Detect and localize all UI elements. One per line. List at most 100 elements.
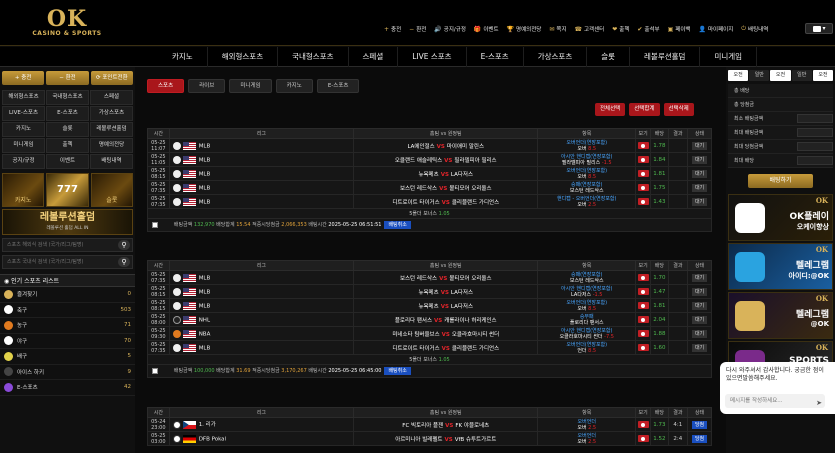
view-eye-icon[interactable]: [637, 184, 649, 191]
top-link-0[interactable]: + 충전: [380, 25, 405, 34]
action-button-2[interactable]: 선택삭제: [663, 103, 694, 116]
main-nav-item-3[interactable]: 스페셜: [349, 47, 399, 67]
view-eye-icon[interactable]: [637, 435, 649, 442]
main-nav-item-7[interactable]: 슬롯: [587, 47, 631, 67]
left-menu-item-3[interactable]: LIVE-스포츠: [2, 106, 45, 121]
promo-banner-1[interactable]: OK 텔레그램 아이디:@OK: [728, 243, 833, 290]
action-button-1[interactable]: 선택합계: [629, 103, 660, 116]
betslip-tab-1[interactable]: 일반: [749, 70, 770, 81]
left-menu-item-0[interactable]: 해외형스포츠: [2, 90, 45, 105]
main-nav-item-9[interactable]: 미니게임: [700, 47, 758, 67]
tab-2[interactable]: 미니게임: [229, 79, 272, 93]
overseas-search-input[interactable]: [3, 239, 132, 251]
slot-777-banner[interactable]: 777: [46, 173, 89, 207]
top-link-7[interactable]: ❤ 출첵: [608, 25, 633, 34]
view-eye-icon[interactable]: [637, 274, 649, 281]
left-menu-item-8[interactable]: 레볼루션홀덤: [90, 122, 133, 137]
view-cell: [635, 284, 652, 299]
view-eye-icon[interactable]: [637, 344, 649, 351]
left-menu-item-9[interactable]: 미니게임: [2, 138, 45, 153]
main-nav-item-8[interactable]: 레볼루션홀덤: [630, 47, 701, 67]
action-button-0[interactable]: 전체선택: [595, 103, 626, 116]
main-nav-item-0[interactable]: 카지노: [158, 47, 208, 67]
chat-input[interactable]: 메시지를 작성하세요... ➤: [725, 394, 825, 408]
promo-banner-0[interactable]: OK OK플레이 오케이향상: [728, 194, 833, 241]
sport-list-item[interactable]: 농구 71: [0, 318, 135, 334]
tab-0[interactable]: 스포츠: [147, 79, 185, 93]
vs-label: VS: [445, 422, 454, 429]
top-link-3[interactable]: 🎁 이벤트: [470, 25, 503, 34]
domestic-search-input[interactable]: [3, 256, 132, 268]
main-nav-item-2[interactable]: 국내형스포츠: [278, 47, 349, 67]
view-eye-icon[interactable]: [637, 316, 649, 323]
view-eye-icon[interactable]: [637, 170, 649, 177]
site-logo[interactable]: OK CASINO & SPORTS: [32, 8, 102, 37]
left-menu-item-11[interactable]: 명예의전당: [90, 138, 133, 153]
main-nav-item-4[interactable]: LIVE 스포츠: [398, 47, 467, 67]
holdem-promo-banner[interactable]: 레볼루션홀덤 레볼루션 홀덤 ALL IN: [2, 209, 133, 235]
table-row: 05-25 08:15 MLB 뉴욕메츠 VS LA다저스 오버언더(연장포함) 오버 8.5…: [147, 298, 712, 313]
top-link-11[interactable]: ⏻ 배팅내역: [737, 25, 772, 33]
left-menu-item-7[interactable]: 슬롯: [46, 122, 89, 137]
top-link-10[interactable]: 👤 마이페이지: [694, 25, 737, 34]
tab-3[interactable]: 카지노: [275, 79, 313, 93]
view-eye-icon[interactable]: [637, 198, 649, 205]
sport-list-item[interactable]: 축구 503: [0, 303, 135, 318]
top-link-5[interactable]: ✉ 쪽지: [545, 25, 570, 34]
left-menu-item-4[interactable]: E-스포츠: [46, 106, 89, 121]
left-menu-item-1[interactable]: 국내형스포츠: [46, 90, 89, 105]
sport-list-item[interactable]: 아이스 하키 9: [0, 365, 135, 380]
cancel-bet-button[interactable]: 배팅취소: [384, 221, 411, 229]
place-bet-button[interactable]: 배팅하기: [748, 174, 813, 188]
view-eye-icon[interactable]: [637, 156, 649, 163]
sport-list-item[interactable]: E-스포츠 42: [0, 380, 135, 396]
point-convert-button[interactable]: ⟳ 포인트전환: [90, 71, 133, 85]
main-nav-item-6[interactable]: 가상스포츠: [524, 47, 588, 67]
search-icon[interactable]: ⚲: [118, 257, 130, 267]
pick-line: 언더 8.5: [539, 348, 635, 354]
left-menu-item-2[interactable]: 스페셜: [90, 90, 133, 105]
sport-list-item[interactable]: 즐겨찾기 0: [0, 287, 135, 303]
pick-cell: 아시안 핸디캡(연장포함) LA다저스 -1.5: [537, 284, 637, 299]
view-eye-icon[interactable]: [637, 288, 649, 295]
left-menu-item-5[interactable]: 가상스포츠: [90, 106, 133, 121]
left-menu-item-12[interactable]: 공지/규정: [2, 154, 45, 169]
sport-list-item[interactable]: 배구 5: [0, 349, 135, 365]
left-menu-item-10[interactable]: 출첵: [46, 138, 89, 153]
betslip-tab-3[interactable]: 일반: [791, 70, 812, 81]
search-icon[interactable]: ⚲: [118, 240, 130, 250]
tab-4[interactable]: E-스포츠: [316, 79, 360, 93]
top-link-8[interactable]: ✔ 출석부: [633, 25, 663, 34]
language-select[interactable]: ▾: [805, 23, 833, 34]
betslip-tab-0[interactable]: 오전: [728, 70, 749, 81]
view-eye-icon[interactable]: [637, 421, 649, 428]
left-menu-item-13[interactable]: 이벤트: [46, 154, 89, 169]
left-menu-item-14[interactable]: 배팅내역: [90, 154, 133, 169]
deposit-button[interactable]: + 충전: [2, 71, 45, 85]
view-eye-icon[interactable]: [637, 302, 649, 309]
top-link-9[interactable]: ▣ 페이백: [664, 25, 695, 34]
betslip-tab-4[interactable]: 오전: [812, 70, 834, 81]
tab-1[interactable]: 라이브: [188, 79, 226, 93]
top-link-4[interactable]: 🏆 명예의전당: [503, 25, 546, 34]
view-eye-icon[interactable]: [637, 142, 649, 149]
sport-list-item[interactable]: 야구 70: [0, 334, 135, 349]
league-name: NHL: [198, 317, 211, 323]
view-eye-icon[interactable]: [637, 330, 649, 337]
match-cell: 뉴욕메츠 VS LA다저스: [353, 284, 539, 299]
send-icon[interactable]: ➤: [816, 396, 822, 410]
casino-promo-banner[interactable]: 카지노: [2, 173, 45, 207]
betslip-tab-2[interactable]: 오전: [770, 70, 791, 81]
match-clock: 11:07: [151, 145, 166, 152]
slot-promo-banner[interactable]: 슬롯: [90, 173, 133, 207]
top-link-2[interactable]: 🔊 공지/규정: [430, 25, 470, 34]
promo-banner-2[interactable]: OK 텔레그램 @OK: [728, 292, 833, 339]
main-nav-item-1[interactable]: 해외형스포츠: [208, 47, 279, 67]
left-menu-item-6[interactable]: 카지노: [2, 122, 45, 137]
withdraw-button[interactable]: − 환전: [46, 71, 89, 85]
top-link-6[interactable]: ☎ 고객센터: [571, 25, 609, 34]
top-link-1[interactable]: − 환전: [405, 25, 430, 34]
league-name: MLB: [198, 303, 211, 309]
cancel-bet-button[interactable]: 배팅취소: [384, 367, 411, 375]
main-nav-item-5[interactable]: E-스포츠: [467, 47, 524, 67]
